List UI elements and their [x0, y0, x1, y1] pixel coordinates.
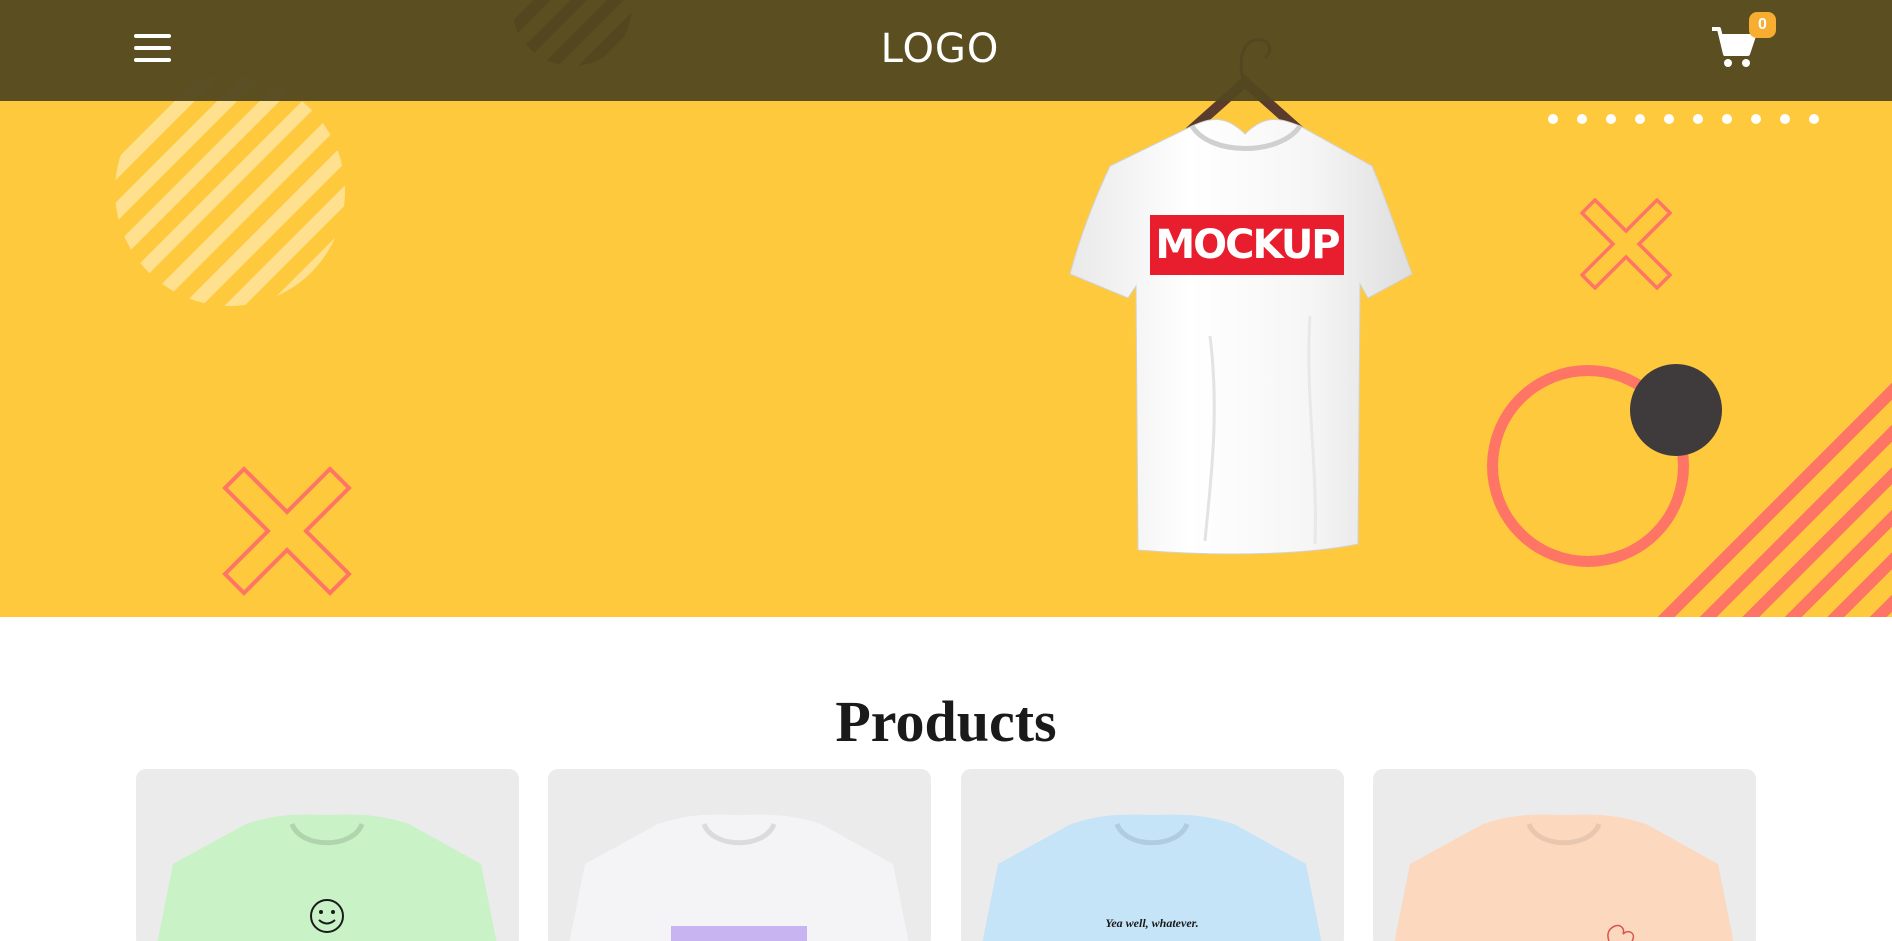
product-card[interactable]: Yea well, whatever.	[961, 769, 1344, 941]
dot	[1751, 114, 1761, 124]
tshirt-mockup-image	[1069, 38, 1413, 555]
dot	[1606, 114, 1616, 124]
cart-count-badge: 0	[1749, 12, 1776, 38]
product-card[interactable]	[1373, 769, 1756, 941]
dot	[1635, 114, 1645, 124]
striped-circle-decoration	[115, 76, 345, 306]
dot	[1664, 114, 1674, 124]
site-logo[interactable]: LOGO	[0, 26, 1880, 72]
dot	[1780, 114, 1790, 124]
dark-circle-decoration	[1630, 364, 1722, 456]
green-tshirt-image	[157, 814, 497, 941]
peach-tshirt-image	[1394, 814, 1734, 941]
shirt-print-label: MOCKUP	[1150, 215, 1344, 275]
dot	[1548, 114, 1558, 124]
site-header: LOGO 0	[0, 0, 1892, 101]
dot	[1693, 114, 1703, 124]
dot	[1722, 114, 1732, 124]
cross-decoration	[222, 466, 352, 596]
white-tshirt-image	[569, 814, 909, 941]
shirt-print-text: Yea well, whatever.	[1105, 916, 1198, 930]
cross-decoration	[1580, 198, 1672, 290]
dot	[1809, 114, 1819, 124]
products-heading: Products	[835, 689, 1057, 754]
dot	[1577, 114, 1587, 124]
product-card[interactable]	[548, 769, 931, 941]
blue-tshirt-image: Yea well, whatever.	[982, 814, 1322, 941]
product-card[interactable]	[136, 769, 519, 941]
